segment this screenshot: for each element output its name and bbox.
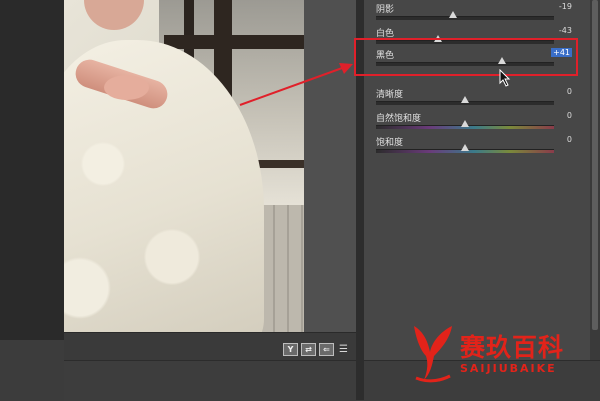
slider-thumb[interactable] [461,96,469,103]
whale-tail-icon [414,326,452,383]
slider-value-field[interactable]: 0 [532,135,572,144]
highlight-annotation-box [354,38,578,76]
camera-raw-window: Y ⇄ ⇐ ☰ 阴影 -19 白色 -43 黑色 +41 清晰度 0 自然饱和度 0 饱和度 0 赛玖… [0,0,600,401]
slider-label: 清晰度 [376,90,404,100]
watermark-subtitle: SAIJIUBAIKE [460,362,557,375]
y-icon[interactable]: Y [283,343,298,356]
slider-track[interactable] [376,16,554,20]
image-preview-area[interactable] [64,0,356,332]
slider-row: 清晰度 0 [376,87,582,113]
before-after-swap-icon[interactable]: ⇄ [301,343,316,356]
scrollbar-thumb[interactable] [592,0,598,330]
slider-row: 饱和度 0 [376,135,582,161]
slider-thumb[interactable] [461,144,469,151]
slider-value-field[interactable]: -43 [532,26,572,35]
watermark-logo: 赛玖百科 SAIJIUBAIKE [410,322,590,386]
panel-scrollbar[interactable] [590,0,600,360]
slider-thumb[interactable] [448,11,457,18]
slider-row: 阴影 -19 [376,2,582,28]
shoulder [84,0,144,30]
watermark-brand: 赛玖百科 [460,333,565,362]
slider-thumb[interactable] [461,120,469,127]
slider-value-field[interactable]: 0 [532,111,572,120]
railing-bar [164,35,304,49]
preview-settings-icon[interactable]: ☰ [337,343,350,356]
hand [104,75,149,100]
slider-label: 自然饱和度 [376,114,422,124]
slider-label: 饱和度 [376,138,404,148]
slider-value-field[interactable]: 0 [532,87,572,96]
slider-value-field[interactable]: -19 [532,2,572,11]
annotation-arrow-icon [239,63,353,106]
photo-preview [64,0,304,332]
slider-label: 阴影 [376,5,395,15]
left-panel-edge [0,0,64,340]
slider-row: 自然饱和度 0 [376,111,582,137]
copy-settings-icon[interactable]: ⇐ [319,343,334,356]
preview-status-bar: Y ⇄ ⇐ ☰ [64,332,356,361]
view-toolbar: Y ⇄ ⇐ ☰ [283,343,350,356]
mouse-cursor-icon [499,69,511,87]
